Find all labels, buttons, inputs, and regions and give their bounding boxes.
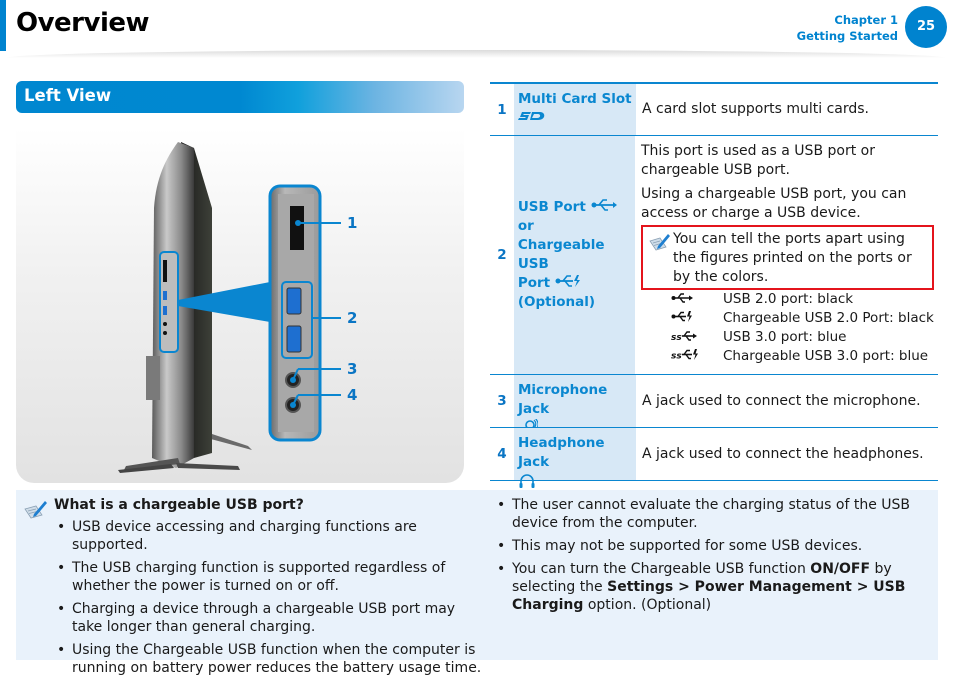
computer-left-view-figure: 1 2 3 4 [16,128,464,483]
chapter-number: Chapter 1 [834,13,898,27]
row-number: 1 [497,101,507,118]
port-name: Multi Card Slot [518,91,632,107]
row-number: 2 [497,247,507,263]
info-left-list: USB device accessing and charging functi… [32,518,488,677]
description-paragraph-1: This port is used as a USB port or charg… [641,143,875,178]
legend-item: USB 2.0 port: black [671,290,934,309]
page-number-badge: 25 [905,6,947,48]
port-name-usb: USB Port [518,198,635,217]
info-item: This may not be supported for some USB d… [494,537,934,555]
info-item: Charging a device through a chargeable U… [54,600,488,636]
port-panel-small [159,251,179,353]
info-item: Using the Chargeable USB function when t… [54,641,488,677]
port-name-cell: Headphone Jack [514,428,636,488]
ports-table: 1 Multi Card Slot A card slot supports m… [490,82,938,488]
chargeable-usb3-ss-icon: ss [671,349,698,362]
callout-2: 2 [347,309,358,327]
small-headphone-jack [163,331,167,335]
table-row: 2 USB Port or Chargeable USB Port (Optio… [490,136,938,375]
section-header: Left View [16,81,464,113]
port-name-optional: (Optional) [517,294,596,310]
port-name: Headphone Jack [518,435,605,470]
usb-port-1 [286,287,302,315]
header-accent-bar [0,0,6,51]
chargeable-usb-icon [671,311,692,322]
info-item: USB device accessing and charging functi… [54,518,488,554]
legend-item: ss Chargeable USB 3.0 port: blue [671,347,934,366]
small-sd-slot [163,260,167,282]
svg-text:ss: ss [671,352,682,361]
callout-3: 3 [347,360,358,378]
chargeable-usb-info-box: What is a chargeable USB port? USB devic… [16,490,938,676]
port-name-usb-label: USB Port [517,199,586,215]
small-usb-port-2 [163,306,167,315]
sd-card-icon [518,112,545,120]
legend-label: USB 3.0 port: blue [723,329,847,345]
note-pencil-icon [649,234,670,251]
table-row: 3 Microphone Jack A jack used to connect… [490,375,938,436]
svg-text:ss: ss [671,333,682,341]
usb-port-legend: USB 2.0 port: black Chargeable USB 2.0 P… [671,290,934,366]
port-name-cell: Multi Card Slot [514,84,636,135]
legend-label: Chargeable USB 3.0 port: blue [723,348,929,364]
info-item: You can turn the Chargeable USB function… [494,560,934,614]
port-name-cell: Microphone Jack [514,375,636,436]
port-description: A card slot supports multi cards. [642,101,869,117]
row-number: 3 [497,393,507,409]
port-description: A jack used to connect the microphone. [642,392,921,409]
port-name-port-label: Port [517,275,551,291]
legend-label: Chargeable USB 2.0 Port: black [723,310,934,326]
port-name: Microphone Jack [518,382,608,417]
chargeable-usb-icon [555,275,580,287]
usb-port-2 [286,325,302,353]
info-text: You can turn the Chargeable USB function [512,561,811,577]
port-name-chargeable-port: Port [518,274,635,293]
chapter-title: Getting Started [796,29,898,43]
table-row: 1 Multi Card Slot A card slot supports m… [490,84,938,136]
chapter-label: Chapter 1 Getting Started [797,12,898,44]
section-title: Left View [24,86,112,105]
callout-4: 4 [347,386,358,404]
legend-item: ss USB 3.0 port: blue [671,328,934,347]
info-right-column: The user cannot evaluate the charging st… [494,496,934,619]
port-description: A jack used to connect the headphones. [642,445,924,462]
rear-module [146,356,160,400]
header-divider [6,50,946,58]
description-paragraph-2: Using a chargeable USB port, you can acc… [641,186,907,221]
small-mic-jack [163,322,167,326]
info-item: The user cannot evaluate the charging st… [494,496,934,532]
row-number: 4 [497,446,507,462]
sd-card-slot [290,206,304,250]
small-usb-port-1 [163,291,167,300]
info-item: The USB charging function is supported r… [54,559,488,595]
usb-icon [671,293,693,303]
legend-item: Chargeable USB 2.0 Port: black [671,309,934,328]
info-text: option. (Optional) [583,597,712,613]
port-name-chargeable: Chargeable USB [517,237,605,272]
all-in-one-pc-illustration [118,142,341,473]
port-description: This port is used as a USB port or charg… [635,136,938,374]
callout-1: 1 [347,214,358,232]
headphone-icon [519,474,535,488]
info-bold-onoff: ON/OFF [810,561,871,577]
usb3-ss-icon: ss [671,331,697,343]
note-text: You can tell the ports apart using the f… [673,231,912,285]
page-title: Overview [16,8,150,38]
usb-icon [591,199,617,211]
port-name-cell: USB Port or Chargeable USB Port (Optiona… [513,136,635,374]
port-name-or: or [517,218,534,234]
info-right-list: The user cannot evaluate the charging st… [494,496,934,614]
legend-label: USB 2.0 port: black [723,291,854,307]
highlighted-note: You can tell the ports apart using the f… [641,225,934,290]
table-row: 4 Headphone Jack A jack used to connect … [490,428,938,488]
info-left-column: What is a chargeable USB port? USB devic… [32,496,488,682]
stand-leg-right [176,463,240,470]
info-title: What is a chargeable USB port? [54,497,304,513]
